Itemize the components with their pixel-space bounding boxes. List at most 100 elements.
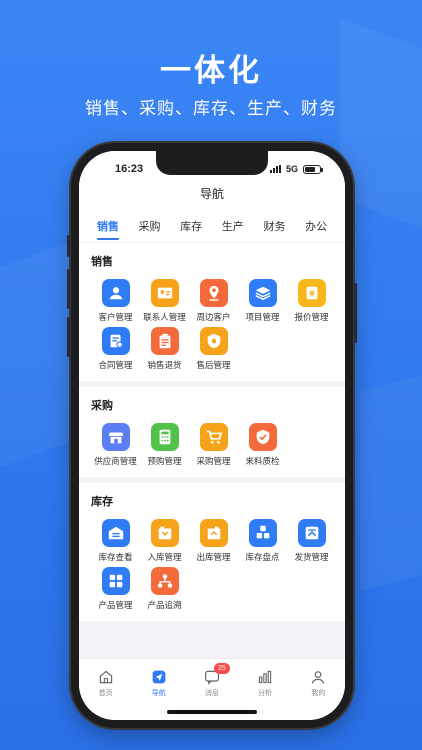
module-label: 来料质检 <box>245 456 280 466</box>
category-tabs: 销售 采购 库存 生产 财务 办公 <box>79 209 345 243</box>
network-label: 5G <box>285 164 298 174</box>
page-title: 导航 <box>79 183 345 209</box>
module-label: 项目管理 <box>245 312 280 322</box>
bottom-tab-label: 导航 <box>151 690 166 697</box>
background-decoration <box>360 367 422 593</box>
module-sales-return[interactable]: 销售退货 <box>140 327 189 375</box>
module-product-management[interactable]: 产品管理 <box>91 567 140 615</box>
module-purchase-management[interactable]: 采购管理 <box>189 423 238 471</box>
section-title: 库存 <box>91 496 113 508</box>
phone-screen: 16:23 5G 导航 销售 采购 库存 生产 财务 办公 销售 客户管理 联系… <box>79 151 345 720</box>
bar-chart-icon <box>258 670 272 684</box>
phone-side-button <box>354 283 357 343</box>
check-shield-icon <box>248 423 277 451</box>
module-inventory-count[interactable]: 库存盘点 <box>238 519 287 567</box>
module-product-trace[interactable]: 产品追溯 <box>140 567 189 615</box>
module-label: 供应商管理 <box>94 456 137 466</box>
bottom-tab-label: 分析 <box>258 690 273 697</box>
signal-icon <box>269 165 281 173</box>
module-label: 采购管理 <box>196 456 231 466</box>
contract-icon <box>101 327 130 355</box>
module-label: 合同管理 <box>98 360 133 370</box>
tab-finance[interactable]: 财务 <box>261 210 287 242</box>
bottom-tab-profile[interactable]: 我的 <box>296 669 340 720</box>
bottom-tab-home[interactable]: 首页 <box>84 669 128 720</box>
outbound-icon <box>199 519 228 547</box>
module-prepurchase-management[interactable]: 预购管理 <box>140 423 189 471</box>
grid-icon <box>101 567 130 595</box>
inbound-icon <box>150 519 179 547</box>
price-tag-icon: ¥ <box>297 279 326 307</box>
bottom-tab-label: 消息 <box>204 690 219 697</box>
boxes-icon <box>248 519 277 547</box>
bottom-tab-bar: 首页 导航 25 消息 分析 我的 <box>79 658 345 720</box>
phone-frame: 16:23 5G 导航 销售 采购 库存 生产 财务 办公 销售 客户管理 联系… <box>67 143 357 728</box>
module-outbound-management[interactable]: 出库管理 <box>189 519 238 567</box>
module-label: 出库管理 <box>196 552 231 562</box>
promo-subtitle: 销售、采购、库存、生产、财务 <box>85 99 337 118</box>
tab-office[interactable]: 办公 <box>303 210 329 242</box>
module-project-management[interactable]: 项目管理 <box>238 279 287 327</box>
module-label: 库存盘点 <box>245 552 280 562</box>
cart-icon <box>199 423 228 451</box>
module-after-sales[interactable]: 售后管理 <box>189 327 238 375</box>
profile-icon <box>312 671 325 684</box>
module-grid: 客户管理 联系人管理 周边客户 项目管理 ¥ 报价管理 合同管理 销售退货 售后… <box>91 279 337 375</box>
contact-card-icon <box>150 279 179 307</box>
module-customer-management[interactable]: 客户管理 <box>91 279 140 327</box>
module-label: 周边客户 <box>196 312 231 322</box>
status-time: 16:23 <box>115 163 144 175</box>
store-icon <box>101 423 130 451</box>
module-label: 销售退货 <box>147 360 182 370</box>
warehouse-icon <box>101 519 130 547</box>
phone-side-button <box>67 269 70 309</box>
module-quote-management[interactable]: ¥ 报价管理 <box>287 279 336 327</box>
svg-text:¥: ¥ <box>309 289 315 299</box>
module-label: 库存查看 <box>98 552 133 562</box>
section-purchase: 采购 供应商管理 预购管理 采购管理 来料质检 <box>79 387 345 477</box>
module-contact-management[interactable]: 联系人管理 <box>140 279 189 327</box>
phone-side-button <box>67 235 70 257</box>
module-label: 产品管理 <box>98 600 133 610</box>
module-supplier-management[interactable]: 供应商管理 <box>91 423 140 471</box>
module-label: 联系人管理 <box>143 312 186 322</box>
tab-inventory[interactable]: 库存 <box>178 210 204 242</box>
module-nearby-customers[interactable]: 周边客户 <box>189 279 238 327</box>
module-inventory-view[interactable]: 库存查看 <box>91 519 140 567</box>
module-inbound-management[interactable]: 入库管理 <box>140 519 189 567</box>
bottom-tab-label: 首页 <box>98 690 113 697</box>
section-title: 采购 <box>91 400 113 412</box>
bottom-tab-label: 我的 <box>311 690 326 697</box>
phone-notch <box>156 151 268 175</box>
status-indicators: 5G <box>269 164 323 174</box>
tab-production[interactable]: 生产 <box>220 210 246 242</box>
tab-sales[interactable]: 销售 <box>95 210 121 242</box>
section-title: 销售 <box>91 256 113 268</box>
battery-icon <box>303 164 323 174</box>
module-shipping-management[interactable]: 发货管理 <box>287 519 336 567</box>
clipboard-return-icon <box>150 327 179 355</box>
layers-icon <box>248 279 277 307</box>
module-contract-management[interactable]: 合同管理 <box>91 327 140 375</box>
trace-icon <box>150 567 179 595</box>
module-label: 售后管理 <box>196 360 231 370</box>
home-indicator <box>167 710 257 714</box>
location-pin-icon <box>199 279 228 307</box>
module-label: 产品追溯 <box>147 600 182 610</box>
module-label: 客户管理 <box>98 312 133 322</box>
section-sales: 销售 客户管理 联系人管理 周边客户 项目管理 ¥ 报价管理 合同管理 销售退货… <box>79 243 345 381</box>
module-list: 销售 客户管理 联系人管理 周边客户 项目管理 ¥ 报价管理 合同管理 销售退货… <box>79 243 345 661</box>
promo-title: 一体化 <box>160 53 262 88</box>
message-badge: 25 <box>213 663 230 674</box>
person-icon <box>101 279 130 307</box>
module-label: 报价管理 <box>294 312 329 322</box>
calculator-icon <box>150 423 179 451</box>
navigation-icon <box>152 670 166 684</box>
module-label: 发货管理 <box>294 552 329 562</box>
shipping-icon <box>297 519 326 547</box>
shield-icon <box>199 327 228 355</box>
tab-purchase[interactable]: 采购 <box>136 210 162 242</box>
section-inventory: 库存 库存查看 入库管理 出库管理 库存盘点 发货管理 产品管理 产品追溯 <box>79 483 345 621</box>
module-incoming-inspection[interactable]: 来料质检 <box>238 423 287 471</box>
module-label: 预购管理 <box>147 456 182 466</box>
